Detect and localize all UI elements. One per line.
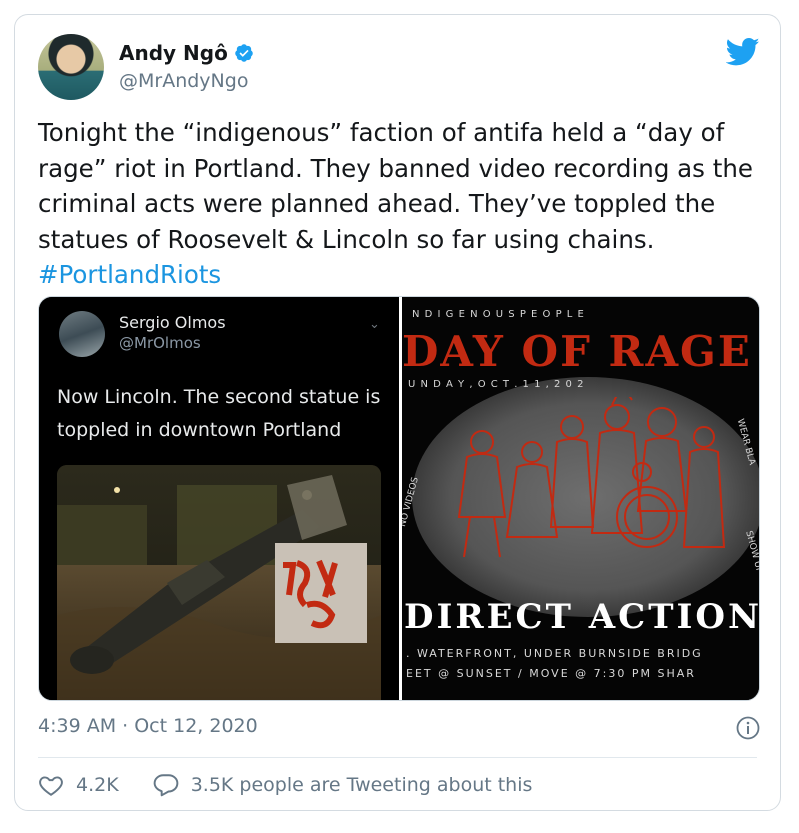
poster-right-bottom: SHOW UP (743, 529, 760, 575)
embedded-handle: @MrOlmos (119, 334, 201, 352)
embedded-name: Sergio Olmos (119, 313, 226, 332)
poster-title: DAY OF RAGE (402, 327, 752, 376)
tweet-card: Andy Ngô @MrAndyNgo Tonight the “indigen… (14, 14, 781, 811)
chevron-down-icon: ⌄ (369, 317, 380, 332)
embedded-tweet-screenshot[interactable]: Sergio Olmos @MrOlmos ⌄ Now Lincoln. The… (39, 297, 399, 700)
tweet-text: Tonight the “indigenous” faction of anti… (38, 115, 768, 293)
author-display-name[interactable]: Andy Ngô (119, 41, 228, 65)
poster-date: U N D A Y , O C T . 1 1 , 2 0 2 (408, 379, 585, 390)
author-handle[interactable]: @MrAndyNgo (119, 70, 248, 92)
poster-line1: N D I G E N O U S P E O P L E (412, 309, 585, 320)
tweet-media[interactable]: Sergio Olmos @MrOlmos ⌄ Now Lincoln. The… (38, 296, 760, 701)
embedded-avatar (59, 311, 105, 357)
author-name-row: Andy Ngô (119, 41, 254, 65)
verified-badge-icon (235, 44, 253, 62)
day-of-rage-poster[interactable]: N D I G E N O U S P E O P L E DAY OF RAG… (402, 297, 760, 700)
tweeting-about-link[interactable]: 3.5K people are Tweeting about this (153, 772, 533, 798)
tweet-body: Tonight the “indigenous” faction of anti… (38, 118, 753, 254)
footer-divider (38, 757, 757, 758)
statue-photo (57, 465, 381, 700)
poster-action: DIRECT ACTION (404, 597, 760, 637)
author-avatar[interactable] (38, 34, 104, 100)
twitter-bird-icon[interactable] (726, 37, 760, 67)
tweet-timestamp[interactable]: 4:39 AM · Oct 12, 2020 (38, 715, 258, 737)
tweeting-text: 3.5K people are Tweeting about this (190, 774, 533, 796)
tweet-actions: 4.2K 3.5K people are Tweeting about this (38, 772, 566, 798)
poster-info2: EET @ SUNSET / MOVE @ 7:30 PM SHAR (406, 667, 696, 680)
hashtag-link[interactable]: #PortlandRiots (38, 260, 221, 289)
speech-bubble-icon (153, 774, 179, 797)
info-icon[interactable] (736, 716, 760, 740)
like-action[interactable]: 4.2K (38, 772, 119, 798)
poster-figures-illustration (457, 397, 726, 558)
statue-photo-art (57, 465, 381, 700)
embedded-text: Now Lincoln. The second statue is topple… (57, 386, 381, 441)
poster-info1: . WATERFRONT, UNDER BURNSIDE BRIDG (406, 647, 703, 660)
heart-icon (39, 776, 63, 796)
like-count: 4.2K (76, 774, 119, 796)
